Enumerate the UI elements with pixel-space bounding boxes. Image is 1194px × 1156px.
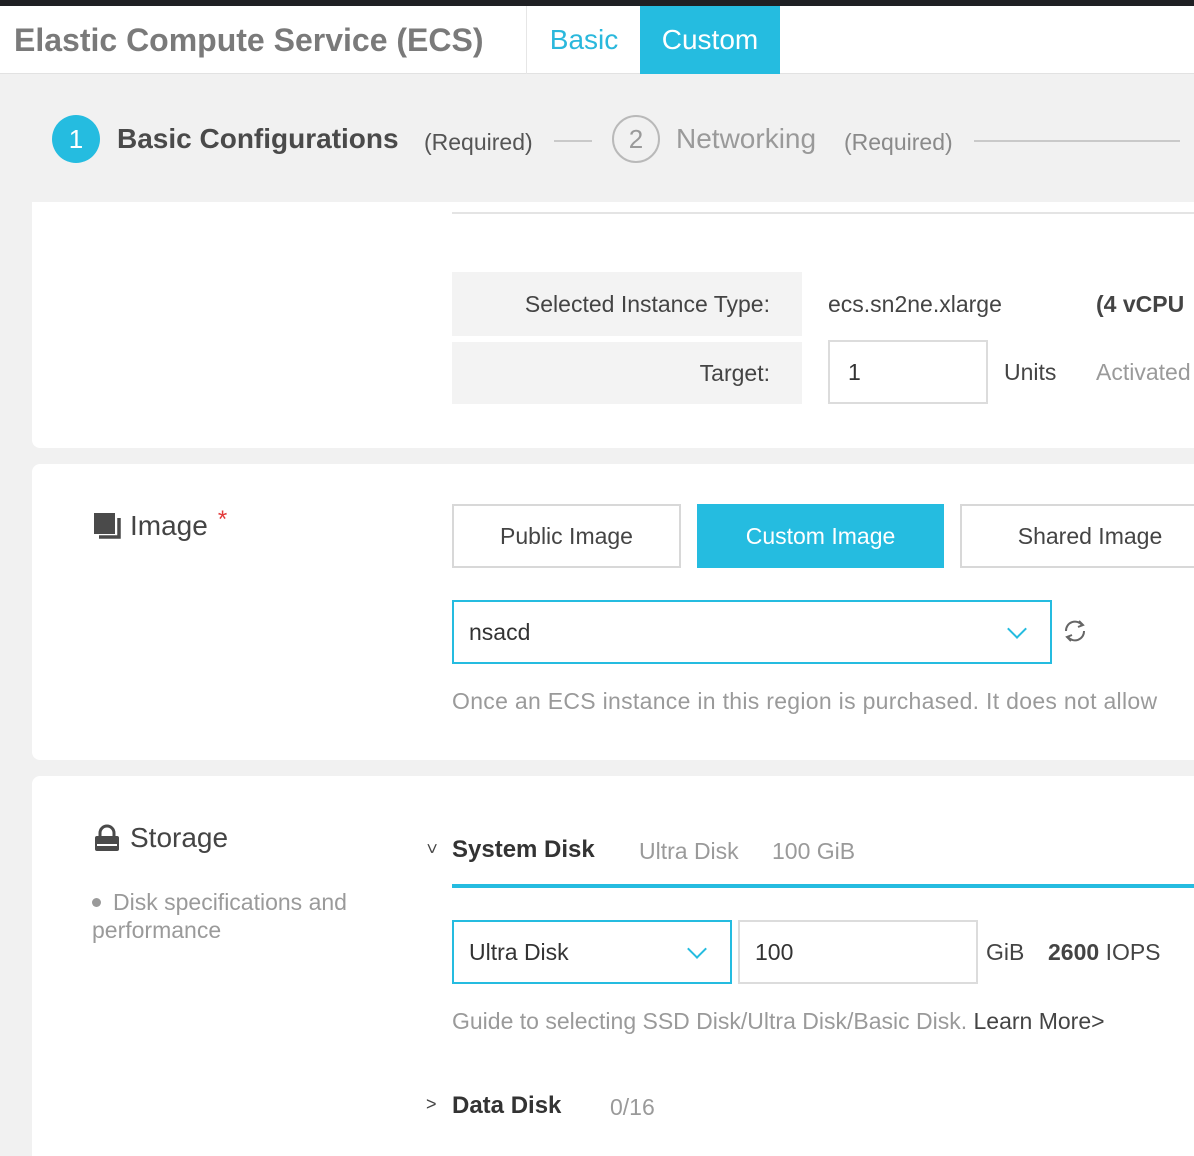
disk-type-select[interactable]: Ultra Disk [452,920,732,984]
step-1-number: 1 [52,115,100,163]
iops-unit: IOPS [1105,939,1161,965]
storage-section-heading: Storage [92,822,228,854]
step-2-number: 2 [612,115,660,163]
step-bar: 1 Basic Configurations (Required) 2 Netw… [0,75,1194,202]
tab-custom[interactable]: Custom [640,6,780,74]
expand-caret-icon[interactable]: > [426,1094,437,1115]
target-label: Target: [452,342,802,404]
custom-image-button[interactable]: Custom Image [697,504,944,568]
image-section-heading: Image * [92,506,227,542]
step-2-required: (Required) [844,129,953,155]
selected-instance-value: ecs.sn2ne.xlarge [828,291,1002,317]
disk-guide-text: Guide to selecting SSD Disk/Ultra Disk/B… [452,1008,968,1034]
disk-guide: Guide to selecting SSD Disk/Ultra Disk/B… [452,1008,1105,1035]
refresh-icon[interactable] [1062,618,1088,644]
size-unit-label: GiB [986,939,1025,965]
units-label: Units [1004,359,1057,385]
storage-description: Disk specifications and performance [92,888,402,944]
iops-value: 2600 [1048,939,1100,965]
system-disk-summary-size: 100 GiB [772,838,856,864]
iops-readout: 2600 IOPS [1048,939,1161,966]
collapse-caret-icon[interactable]: > [421,843,442,854]
storage-section-title: Storage [130,822,229,853]
bullet [92,898,101,907]
target-quantity-input[interactable]: 1 [828,340,988,404]
system-disk-title[interactable]: System Disk [452,836,595,864]
header-divider [526,6,527,74]
image-card: Image * Public Image Custom Image Shared… [32,464,1194,760]
app-title: Elastic Compute Service (ECS) [14,22,484,58]
selected-instance-label: Selected Instance Type: [452,272,802,336]
divider [452,212,1194,214]
image-stack-icon [94,513,121,539]
storage-card: Storage Disk specifications and performa… [32,776,1194,1156]
step-2-title: Networking [676,123,817,154]
image-note: Once an ECS instance in this region is p… [452,688,1158,714]
top-bar: Elastic Compute Service (ECS) Basic Cust… [0,0,1194,74]
shared-image-button[interactable]: Shared Image [960,504,1194,568]
tab-basic[interactable]: Basic [528,6,640,74]
image-section-title: Image [130,510,208,541]
required-mark: * [217,506,228,533]
step-connector [554,140,592,142]
data-disk-count: 0/16 [610,1094,655,1120]
instance-card: Selected Instance Type: ecs.sn2ne.xlarge… [32,202,1194,448]
system-disk-underline [452,884,1194,888]
disk-size-input[interactable]: 100 [738,920,978,984]
step-connector [974,140,1180,142]
image-select-value: nsacd [469,618,531,645]
activated-text: Activated [1096,359,1191,385]
system-disk-summary-type: Ultra Disk [639,838,739,864]
chevron-down-icon [1007,619,1027,639]
image-select[interactable]: nsacd [452,600,1052,664]
step-1-required: (Required) [424,129,533,155]
instance-spec: (4 vCPU [1096,291,1185,317]
public-image-button[interactable]: Public Image [452,504,681,568]
step-1-title: Basic Configurations [117,123,399,154]
data-disk-title[interactable]: Data Disk [452,1092,561,1120]
disk-type-value: Ultra Disk [469,938,569,965]
storage-description-text: Disk specifications and performance [92,889,347,943]
lock-icon [95,824,119,851]
learn-more-link[interactable]: Learn More> [974,1008,1105,1034]
chevron-down-icon [687,939,707,959]
